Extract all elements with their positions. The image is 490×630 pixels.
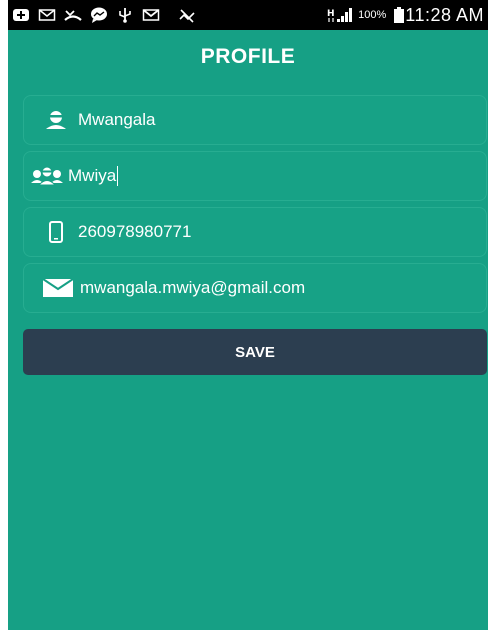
add-notification-icon (12, 7, 30, 23)
last-name-field[interactable]: Mwiya (23, 151, 487, 201)
mute-icon (178, 7, 196, 23)
save-button[interactable]: SAVE (23, 329, 487, 375)
email-field[interactable]: mwangala.mwiya@gmail.com (23, 263, 487, 313)
app-screen: H 100% 11:28 AM PROFILE Mwangala Mwiya 2… (8, 0, 488, 630)
first-name-value: Mwangala (78, 110, 156, 129)
missed-call-icon (64, 7, 82, 23)
person-icon (42, 109, 70, 131)
gmail-icon (142, 7, 160, 23)
phone-value: 260978980771 (78, 222, 192, 241)
email-icon (38, 7, 56, 23)
messenger-icon (90, 7, 108, 23)
phone-icon (42, 221, 70, 243)
battery-percentage: 100% (358, 9, 387, 21)
page-title: PROFILE (200, 45, 296, 68)
envelope-icon (42, 277, 74, 299)
phone-field[interactable]: 260978980771 (23, 207, 487, 257)
notification-icons (12, 7, 196, 23)
signal-icon (336, 7, 354, 23)
group-icon (30, 165, 64, 187)
usb-icon (116, 7, 134, 23)
svg-text:H: H (327, 9, 335, 19)
email-value: mwangala.mwiya@gmail.com (80, 278, 306, 297)
last-name-text: Mwiya (68, 165, 117, 185)
hspa-icon: H (322, 7, 335, 23)
status-right: H 100% 11:28 AM (322, 5, 484, 26)
text-cursor (117, 166, 119, 187)
battery-icon (390, 7, 405, 23)
clock: 11:28 AM (405, 4, 484, 25)
status-bar: H 100% 11:28 AM (8, 0, 488, 30)
first-name-field[interactable]: Mwangala (23, 95, 487, 145)
last-name-value: Mwiya (68, 165, 119, 187)
